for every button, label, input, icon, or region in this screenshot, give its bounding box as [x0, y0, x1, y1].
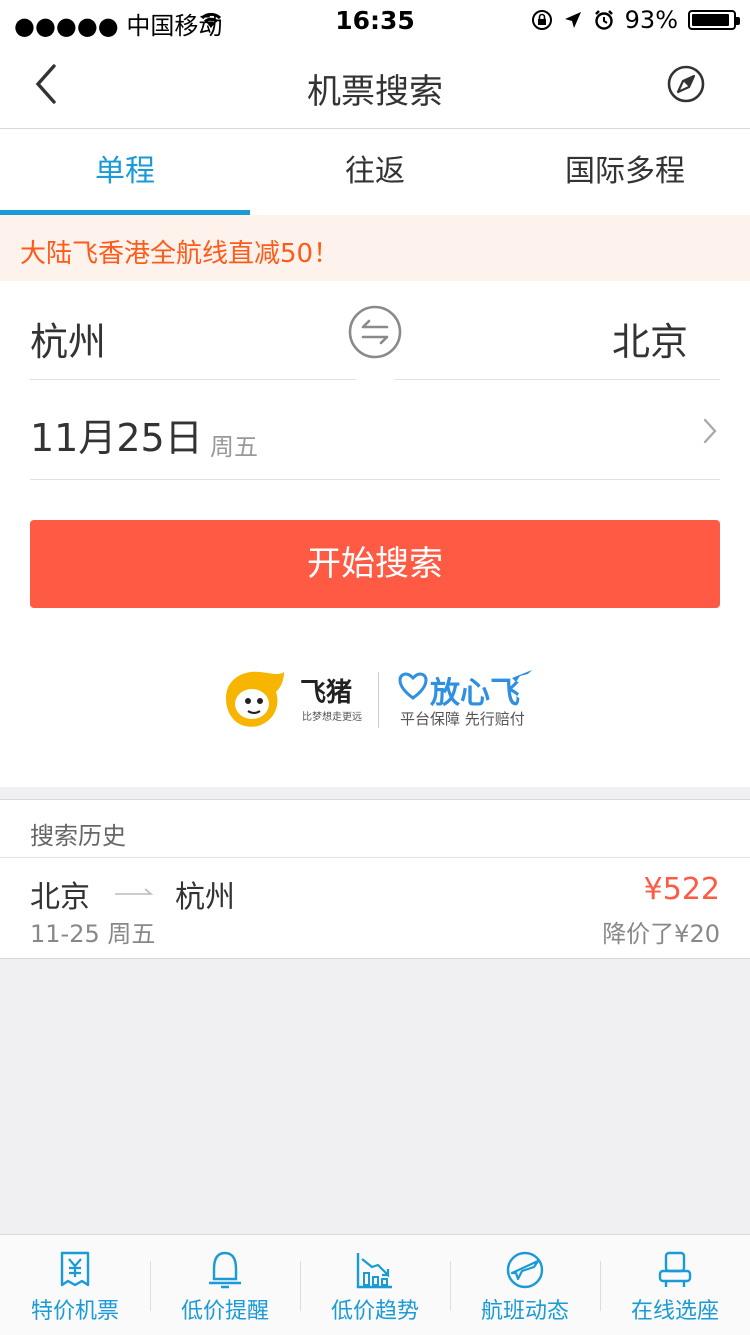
history-to-city: 杭州: [175, 880, 235, 915]
brand-row: 飞猪 比梦想走更远 放心飞 平台保障 先行赔付: [0, 664, 750, 736]
search-button[interactable]: 开始搜索: [30, 520, 720, 608]
from-city-underline: [30, 379, 356, 380]
battery-level: [692, 14, 730, 26]
tabbar-label: 特价机票: [30, 1299, 119, 1324]
tabbar-price-trend[interactable]: 低价趋势: [300, 1235, 450, 1335]
heart-shield-icon: [398, 672, 428, 700]
seat-icon: [658, 1251, 692, 1287]
brand-divider: [378, 672, 379, 728]
nav-bar: 机票搜索: [0, 40, 750, 129]
promo-banner[interactable]: 大陆飞香港全航线直减50！: [0, 215, 750, 281]
swap-cities-icon[interactable]: [348, 305, 402, 359]
small-plane-icon: [512, 670, 532, 682]
tabbar-label: 在线选座: [630, 1299, 719, 1324]
page-title: 机票搜索: [307, 72, 443, 112]
brand-name: 飞猪: [300, 678, 353, 708]
history-label: 搜索历史: [30, 822, 126, 850]
history-from-city: 北京: [30, 880, 90, 915]
bell-icon: [209, 1251, 241, 1289]
departure-date[interactable]: 11月25日: [30, 407, 203, 462]
history-price-drop: 降价了¥20: [602, 920, 720, 948]
status-right: 93%: [531, 6, 740, 34]
to-city[interactable]: 北京: [612, 311, 688, 366]
departure-weekday: 周五: [210, 433, 258, 461]
chevron-right-icon[interactable]: [700, 417, 720, 445]
tabbar-label: 低价提醒: [180, 1299, 269, 1324]
tabbar-special-tickets[interactable]: 特价机票: [0, 1235, 150, 1335]
to-city-underline: [394, 379, 720, 380]
history-date: 11-25 周五: [30, 920, 156, 948]
fliggy-logo-icon: [226, 671, 284, 727]
compass-icon[interactable]: [666, 64, 706, 104]
tab-one-way[interactable]: 单程: [0, 129, 250, 215]
alarm-icon: [594, 10, 613, 30]
location-arrow-icon: [564, 12, 581, 28]
rotation-lock-icon: [531, 10, 552, 30]
battery-icon: [688, 10, 740, 30]
arrow-right-icon: [115, 888, 154, 895]
plane-icon: [506, 1251, 544, 1289]
battery-percent: 93%: [624, 6, 678, 34]
tabbar-flight-status[interactable]: 航班动态: [450, 1235, 600, 1335]
assurance-subtitle: 平台保障 先行赔付: [400, 710, 525, 728]
ticket-yen-icon: [60, 1251, 90, 1287]
trend-chart-icon: [356, 1253, 392, 1289]
history-price: ¥522: [643, 872, 720, 907]
brand-slogan: 比梦想走更远: [302, 712, 362, 723]
promo-text: 大陆飞香港全航线直减50！: [20, 239, 340, 269]
tab-multi-city[interactable]: 国际多程: [500, 129, 750, 215]
history-item[interactable]: 北京 杭州 11-25 周五 ¥522 降价了¥20: [0, 858, 750, 958]
search-history: 搜索历史 北京 杭州 11-25 周五 ¥522 降价了¥20: [0, 799, 750, 959]
tabbar-label: 航班动态: [480, 1299, 569, 1324]
tabbar-price-alert[interactable]: 低价提醒: [150, 1235, 300, 1335]
tabbar-label: 低价趋势: [330, 1299, 419, 1324]
search-panel: 杭州 北京 11月25日 周五 开始搜索 飞猪 比梦想走更远 放心飞 平台保障 …: [0, 281, 750, 787]
tabbar-seat-selection[interactable]: 在线选座: [600, 1235, 750, 1335]
bottom-tab-bar: 特价机票 低价提醒 低价趋势 航班动态 在线选座: [0, 1234, 750, 1335]
from-city[interactable]: 杭州: [30, 311, 106, 366]
date-underline: [30, 479, 720, 480]
status-bar: ●●●●● 中国移动 16:35 93%: [0, 0, 750, 40]
trip-type-tabs: 单程 往返 国际多程: [0, 129, 750, 215]
assurance-title: 放心飞: [430, 676, 520, 711]
tab-round-trip[interactable]: 往返: [250, 129, 500, 215]
